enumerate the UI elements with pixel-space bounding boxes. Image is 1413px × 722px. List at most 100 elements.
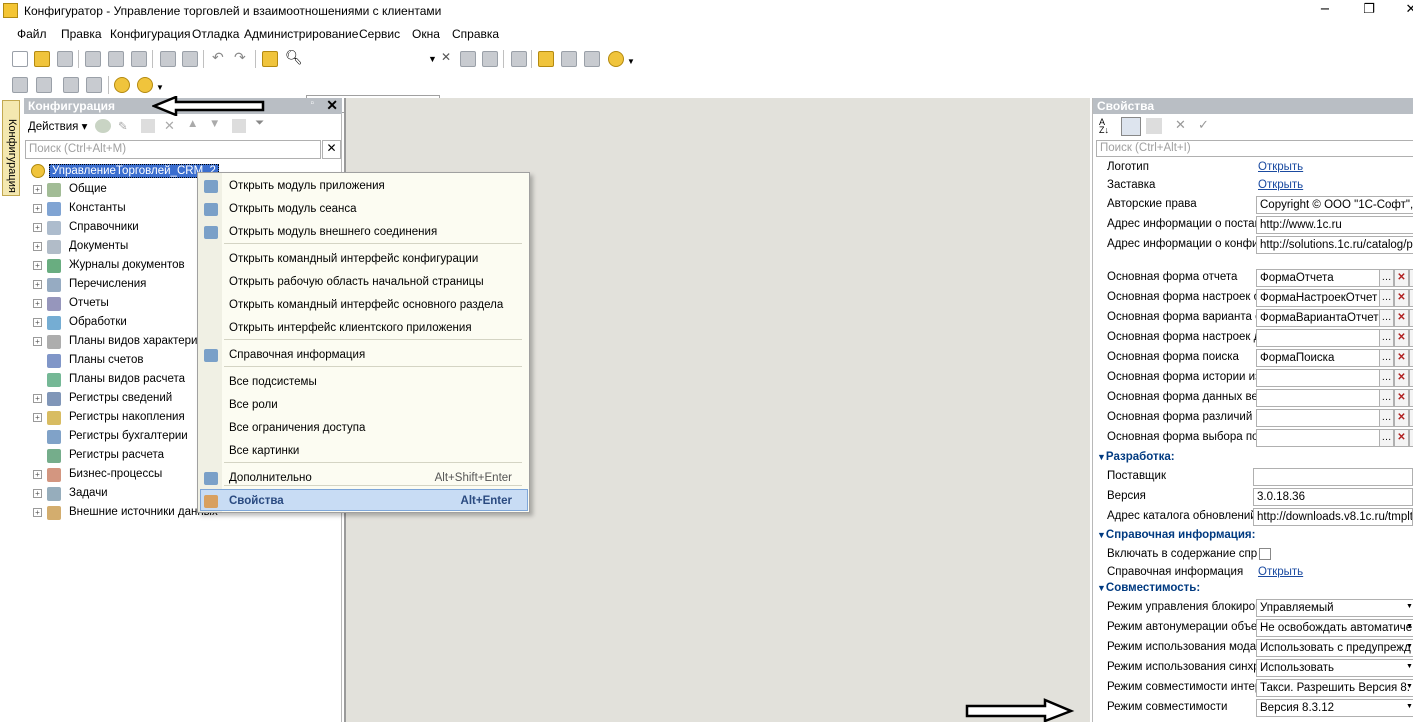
open-field-icon[interactable]: ○ (1409, 289, 1413, 307)
open-link[interactable]: Открыть (1258, 179, 1303, 191)
collapse-icon[interactable]: ▼ (1097, 452, 1106, 462)
menu-service[interactable]: Сервис (359, 27, 400, 41)
delete-icon[interactable]: ✕ (164, 118, 175, 134)
text-field[interactable]: 3.0.18.36 (1253, 488, 1413, 506)
select-button[interactable]: … (1379, 309, 1394, 327)
context-menu-item[interactable]: Справочная информация (229, 344, 524, 366)
context-menu-item[interactable]: Свойства Alt+Enter (229, 490, 524, 512)
expand-icon[interactable]: + (33, 242, 42, 251)
text-field[interactable]: http://www.1c.ru (1256, 216, 1413, 234)
select-field[interactable]: Управляемый (1256, 599, 1413, 617)
find-prev-icon[interactable] (482, 51, 498, 67)
select-button[interactable]: … (1379, 349, 1394, 367)
clear-icon[interactable]: ✕ (1394, 409, 1409, 427)
context-menu-item[interactable]: Все подсистемы (229, 371, 524, 393)
find-in-folder-icon[interactable] (262, 51, 278, 67)
toolbar-more-icon[interactable]: ▼ (627, 57, 643, 73)
paste-icon[interactable] (131, 51, 147, 67)
expand-icon[interactable]: + (33, 185, 42, 194)
context-menu-item[interactable]: Дополнительно Alt+Shift+Enter (229, 467, 524, 489)
clear-icon[interactable]: ✕ (1394, 329, 1409, 347)
text-field[interactable]: Copyright © ООО "1С-Софт", 20 (1256, 196, 1413, 214)
chevron-down-icon[interactable]: ▼ (1406, 603, 1413, 610)
windows-icon[interactable] (511, 51, 527, 67)
config-search-input[interactable]: Поиск (Ctrl+Alt+M) (25, 140, 321, 159)
info-icon[interactable] (608, 51, 624, 67)
expand-icon[interactable]: + (33, 394, 42, 403)
expand-icon[interactable]: + (33, 470, 42, 479)
expand-icon[interactable]: + (33, 337, 42, 346)
context-menu-item[interactable]: Открыть модуль сеанса (229, 198, 524, 220)
text-field[interactable]: http://downloads.v8.1c.ru/tmplts/ (1253, 508, 1413, 526)
cut-icon[interactable] (85, 51, 101, 67)
open-field-icon[interactable]: ○ (1409, 349, 1413, 367)
text-field[interactable] (1253, 468, 1413, 486)
expand-icon[interactable]: + (33, 204, 42, 213)
select-field[interactable]: Версия 8.3.12 (1256, 699, 1413, 717)
expand-icon[interactable]: + (33, 489, 42, 498)
new-icon[interactable] (12, 51, 28, 67)
copy-icon[interactable] (108, 51, 124, 67)
clear-icon[interactable]: ✕ (1394, 369, 1409, 387)
copy-icon[interactable] (141, 119, 155, 133)
menu-help[interactable]: Справка (452, 27, 499, 41)
clear-icon[interactable]: ✕ (1394, 289, 1409, 307)
open-field-icon[interactable]: ○ (1409, 269, 1413, 287)
start-debug-icon[interactable] (114, 77, 130, 93)
open-field-icon[interactable]: ○ (1409, 389, 1413, 407)
undo-icon[interactable]: ↶ (212, 49, 228, 65)
menu-windows[interactable]: Окна (412, 27, 440, 41)
close-icon[interactable]: ✕ (326, 97, 338, 114)
restore-button[interactable]: ❐ (1358, 2, 1380, 18)
expand-icon[interactable]: + (33, 318, 42, 327)
clear-icon[interactable]: ✕ (1394, 269, 1409, 287)
context-menu-item[interactable]: Открыть командный интерфейс конфигурации (229, 248, 524, 270)
context-menu-item[interactable]: Открыть модуль внешнего соединения (229, 221, 524, 243)
open-link[interactable]: Открыть (1258, 566, 1303, 578)
pin-icon[interactable]: ▫ (310, 98, 314, 109)
open-field-icon[interactable]: ○ (1409, 329, 1413, 347)
open-field-icon[interactable]: ○ (1409, 369, 1413, 387)
form-field[interactable]: ФормаВариантаОтчет (1256, 309, 1380, 327)
form-field[interactable] (1256, 369, 1380, 387)
select-button[interactable]: … (1379, 369, 1394, 387)
help-search-icon[interactable] (561, 51, 577, 67)
props-search-input[interactable]: Поиск (Ctrl+Alt+I) (1096, 140, 1413, 157)
collapse-icon[interactable]: ▼ (1097, 530, 1106, 540)
chevron-down-icon[interactable]: ▼ (1406, 643, 1413, 650)
menu-edit[interactable]: Правка (61, 27, 102, 41)
find-next-icon[interactable] (460, 51, 476, 67)
expand-icon[interactable]: + (33, 280, 42, 289)
close-button[interactable]: ✕ (1400, 2, 1413, 18)
select-field[interactable]: Такси. Разрешить Версия 8. (1256, 679, 1413, 697)
database-icon[interactable] (63, 77, 79, 93)
chevron-down-icon[interactable]: ▼ (1406, 683, 1413, 690)
cancel-icon[interactable]: ✕ (1175, 117, 1186, 133)
add-icon[interactable] (95, 119, 111, 133)
collapse-icon[interactable]: ▼ (1097, 583, 1106, 593)
form-field[interactable] (1256, 389, 1380, 407)
select-field[interactable]: Использовать (1256, 659, 1413, 677)
form-field[interactable]: ФормаНастроекОтчет (1256, 289, 1380, 307)
filter-icon[interactable]: ⏷ (255, 117, 264, 130)
form-field[interactable] (1256, 429, 1380, 447)
expand-icon[interactable]: + (33, 299, 42, 308)
context-menu-item[interactable]: Все ограничения доступа (229, 417, 524, 439)
context-menu-item[interactable]: Открыть командный интерфейс основного ра… (229, 294, 524, 316)
move-up-icon[interactable]: ▲ (187, 118, 198, 130)
context-menu-item[interactable]: Открыть интерфейс клиентского приложения (229, 317, 524, 339)
save-icon[interactable] (57, 51, 73, 67)
clear-icon[interactable]: ✕ (1394, 349, 1409, 367)
check-icon[interactable]: ✓ (1198, 117, 1209, 133)
preview-icon[interactable] (182, 51, 198, 67)
menu-file[interactable]: Файл (17, 27, 47, 41)
open-icon[interactable] (34, 51, 50, 67)
form-field[interactable]: ФормаПоиска (1256, 349, 1380, 367)
select-field[interactable]: Не освобождать автоматиче (1256, 619, 1413, 637)
context-menu-item[interactable]: Все картинки (229, 440, 524, 462)
filter-props-icon[interactable] (1146, 118, 1162, 134)
menu-debug[interactable]: Отладка (192, 27, 239, 41)
group-compatibility[interactable]: ▼Совместимость: (1097, 582, 1200, 594)
expand-icon[interactable]: + (33, 223, 42, 232)
select-button[interactable]: … (1379, 289, 1394, 307)
